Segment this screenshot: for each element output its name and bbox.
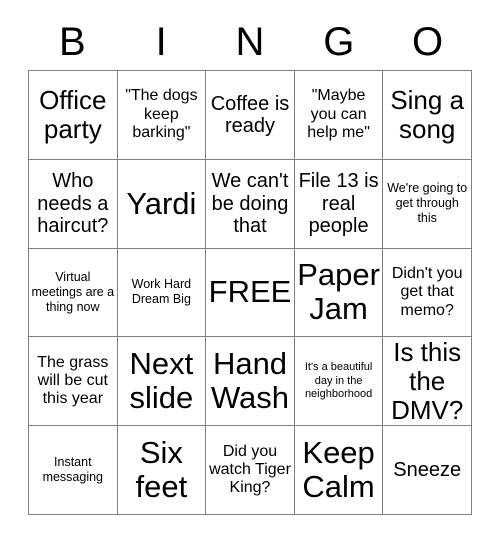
bingo-cell-r5c5[interactable]: Sneeze <box>383 426 472 515</box>
bingo-cell-label: It's a beautiful day in the neighborhood <box>304 361 373 400</box>
bingo-cell-r3c1[interactable]: Virtual meetings are a thing now <box>29 248 118 338</box>
bingo-cell-r3c5[interactable]: Didn't you get that memo? <box>383 248 472 338</box>
bingo-cell-r3c4[interactable]: Paper Jam <box>294 248 384 338</box>
bingo-cell-label: Sing a song <box>390 85 465 144</box>
bingo-cell-label: Paper Jam <box>297 257 380 327</box>
bingo-cell-label: Did you watch Tiger King? <box>209 442 291 497</box>
bingo-cell-label: Six feet <box>135 435 188 505</box>
bingo-cell-label: Next slide <box>129 346 194 416</box>
bingo-cell-label: We're going to get through this <box>387 181 468 226</box>
bingo-cell-label: Didn't you get that memo? <box>391 264 463 319</box>
bingo-header: B I N G O <box>28 14 472 70</box>
bingo-cell-label: Yardi <box>126 185 197 221</box>
bingo-cell-r2c4[interactable]: File 13 is real people <box>294 159 384 249</box>
bingo-cell-r4c3[interactable]: Hand Wash <box>206 337 295 427</box>
bingo-cell-label: Hand Wash <box>210 346 290 416</box>
header-letter-b: B <box>59 20 86 64</box>
bingo-cell-r4c4[interactable]: It's a beautiful day in the neighborhood <box>294 337 384 427</box>
bingo-cell-label: Work Hard Dream Big <box>131 277 192 307</box>
bingo-cell-r5c3[interactable]: Did you watch Tiger King? <box>206 426 295 515</box>
bingo-cell-r5c1[interactable]: Instant messaging <box>29 426 118 515</box>
bingo-cell-r4c5[interactable]: Is this the DMV? <box>383 337 472 427</box>
bingo-cell-label: Coffee is ready <box>210 92 290 137</box>
bingo-cell-r2c5[interactable]: We're going to get through this <box>383 159 472 249</box>
bingo-cell-label: The grass will be cut this year <box>37 353 109 408</box>
bingo-cell-label: FREE <box>208 274 292 310</box>
bingo-cell-r5c4[interactable]: Keep Calm <box>294 426 384 515</box>
bingo-cell-label: Office party <box>39 85 107 144</box>
header-letter-g: G <box>323 20 355 64</box>
bingo-cell-r2c2[interactable]: Yardi <box>117 159 207 249</box>
bingo-cell-label: "The dogs keep barking" <box>125 87 198 142</box>
bingo-cell-r3c2[interactable]: Work Hard Dream Big <box>117 248 207 338</box>
bingo-cell-r5c2[interactable]: Six feet <box>117 426 207 515</box>
bingo-cell-label: Keep Calm <box>302 435 375 505</box>
bingo-cell-r4c1[interactable]: The grass will be cut this year <box>29 337 118 427</box>
bingo-cell-r1c1[interactable]: Office party <box>29 71 118 160</box>
bingo-cell-label: File 13 is real people <box>298 170 379 237</box>
bingo-cell-label: Sneeze <box>393 458 462 481</box>
header-letter-n: N <box>235 20 265 64</box>
bingo-cell-r1c4[interactable]: "Maybe you can help me" <box>294 71 384 160</box>
bingo-cell-r4c2[interactable]: Next slide <box>117 337 207 427</box>
bingo-card: B I N G O Office party "The dogs keep ba… <box>0 0 500 544</box>
bingo-cell-r2c1[interactable]: Who needs a haircut? <box>29 159 118 249</box>
bingo-cell-label: "Maybe you can help me" <box>307 87 370 142</box>
bingo-cell-r1c2[interactable]: "The dogs keep barking" <box>117 71 207 160</box>
bingo-cell-label: Instant messaging <box>42 455 104 485</box>
bingo-cell-r1c5[interactable]: Sing a song <box>383 71 472 160</box>
bingo-cell-free-space[interactable]: FREE <box>206 248 295 338</box>
bingo-cell-label: Who needs a haircut? <box>37 170 109 237</box>
header-letter-i: I <box>155 20 167 64</box>
header-letter-o: O <box>412 20 444 64</box>
bingo-cell-r2c3[interactable]: We can't be doing that <box>206 159 295 249</box>
bingo-cell-r1c3[interactable]: Coffee is ready <box>206 71 295 160</box>
bingo-cell-label: Virtual meetings are a thing now <box>31 269 115 314</box>
bingo-cell-label: Is this the DMV? <box>391 337 464 425</box>
bingo-grid: Office party "The dogs keep barking" Cof… <box>28 70 472 515</box>
bingo-cell-label: We can't be doing that <box>211 170 289 237</box>
